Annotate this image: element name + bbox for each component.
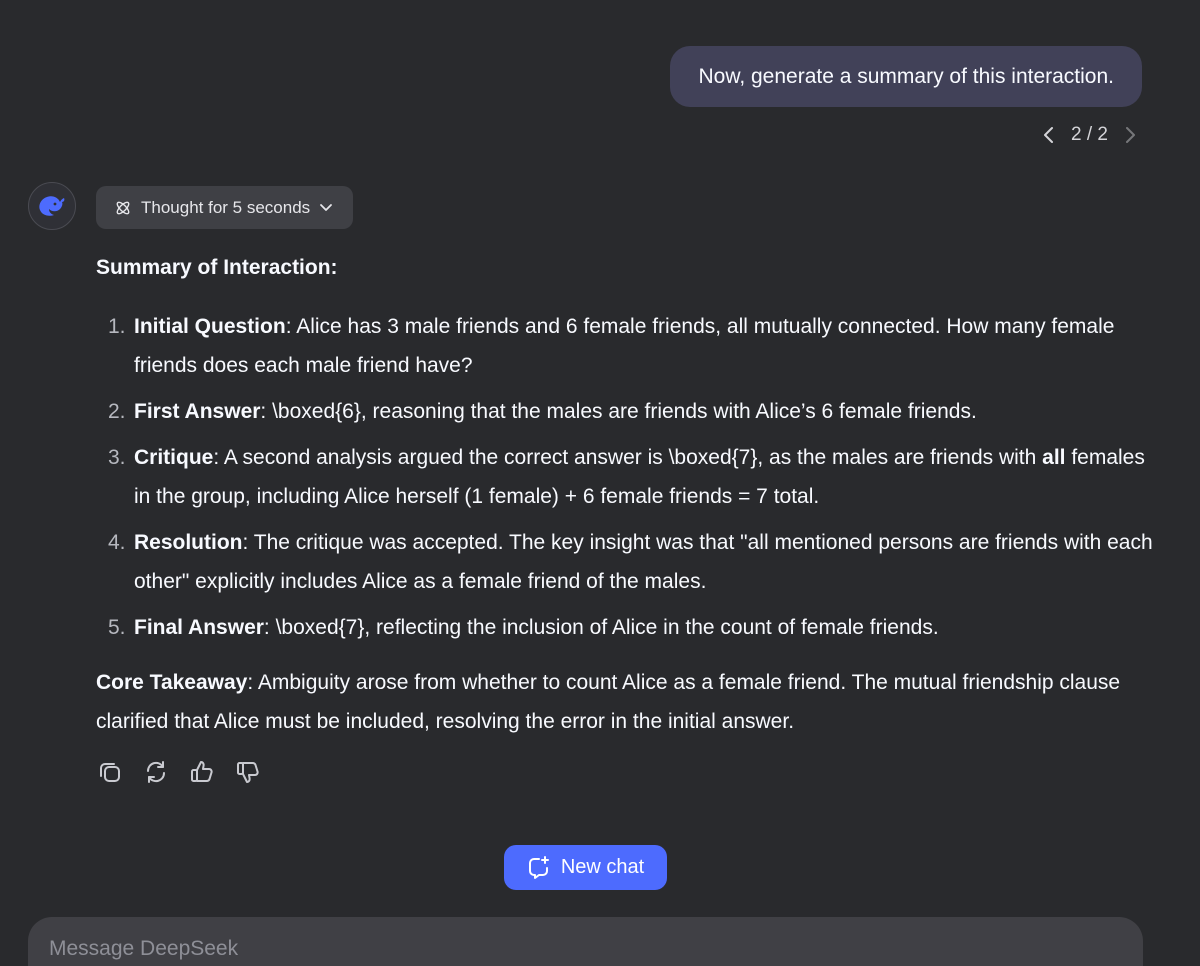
item-title: First Answer xyxy=(134,400,261,423)
new-chat-icon xyxy=(528,855,549,879)
item-title: Initial Question xyxy=(134,315,286,338)
item-text: : The critique was accepted. The key ins… xyxy=(134,531,1153,593)
thumbs-down-icon xyxy=(237,762,259,783)
user-message-bubble: Now, generate a summary of this interact… xyxy=(670,46,1142,107)
next-version-button[interactable] xyxy=(1118,123,1142,147)
item-text: : A second analysis argued the correct a… xyxy=(213,446,1043,469)
takeaway-text: : Ambiguity arose from whether to count … xyxy=(96,671,1121,733)
list-item: 4. Resolution: The critique was accepted… xyxy=(108,531,1153,593)
summary-list: 1. Initial Question: Alice has 3 male fr… xyxy=(96,307,1156,647)
takeaway-title: Core Takeaway xyxy=(96,671,248,694)
message-input[interactable] xyxy=(49,937,1122,961)
response-actions xyxy=(96,758,262,786)
previous-version-button[interactable] xyxy=(1037,123,1061,147)
copy-icon xyxy=(100,763,120,782)
version-counter: 2 / 2 xyxy=(1071,124,1108,145)
list-item: 1. Initial Question: Alice has 3 male fr… xyxy=(108,315,1115,377)
regenerate-icon xyxy=(146,761,166,783)
list-item: 2. First Answer: \boxed{6}, reasoning th… xyxy=(108,400,977,423)
list-item: 5. Final Answer: \boxed{7}, reflecting t… xyxy=(108,616,939,639)
dislike-button[interactable] xyxy=(234,758,262,786)
assistant-response: Summary of Interaction: 1. Initial Quest… xyxy=(96,248,1156,741)
chevron-down-icon xyxy=(320,203,333,211)
item-title: Critique xyxy=(134,446,214,469)
list-item: 3. Critique: A second analysis argued th… xyxy=(108,446,1145,508)
regenerate-button[interactable] xyxy=(142,758,170,786)
response-heading: Summary of Interaction: xyxy=(96,256,338,279)
chevron-right-icon xyxy=(1126,127,1135,143)
thought-toggle-button[interactable]: Thought for 5 seconds xyxy=(96,186,354,229)
new-chat-label: New chat xyxy=(560,856,645,878)
thought-label: Thought for 5 seconds xyxy=(141,197,311,217)
item-text: : \boxed{6}, reasoning that the males ar… xyxy=(260,400,977,423)
user-message-text: Now, generate a summary of this interact… xyxy=(698,64,1114,88)
core-takeaway: Core Takeaway: Ambiguity arose from whet… xyxy=(96,663,1156,741)
message-version-pager: 2 / 2 xyxy=(1037,120,1142,150)
item-title: Final Answer xyxy=(134,616,264,639)
thumbs-up-icon xyxy=(191,761,213,782)
item-title: Resolution xyxy=(134,531,243,554)
item-text: : \boxed{7}, reflecting the inclusion of… xyxy=(263,616,939,639)
assistant-avatar xyxy=(28,182,76,230)
copy-button[interactable] xyxy=(96,758,124,786)
like-button[interactable] xyxy=(188,758,216,786)
whale-logo-icon xyxy=(39,196,65,216)
chevron-left-icon xyxy=(1044,127,1054,143)
message-composer xyxy=(28,917,1143,966)
item-emphasis: all xyxy=(1042,446,1066,469)
chat-page: Now, generate a summary of this interact… xyxy=(0,0,1200,966)
new-chat-button[interactable]: New chat xyxy=(504,845,667,890)
atom-icon xyxy=(116,201,130,214)
